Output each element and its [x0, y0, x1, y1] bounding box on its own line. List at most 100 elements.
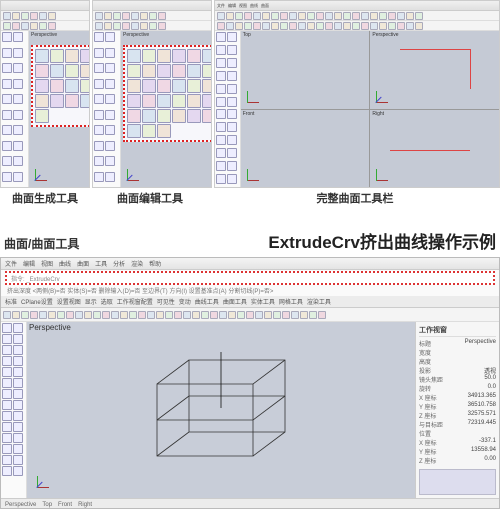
main-toolbar[interactable] [1, 308, 499, 322]
tool-icon[interactable] [105, 32, 115, 42]
tool-icon[interactable] [216, 135, 226, 145]
tool-icon[interactable] [379, 12, 387, 20]
tool-icon[interactable] [235, 22, 243, 30]
tool-icon[interactable] [105, 63, 115, 73]
tool-icon[interactable] [2, 466, 12, 476]
tool-icon[interactable] [65, 94, 79, 108]
tool-icon[interactable] [2, 156, 12, 166]
tool-icon[interactable] [140, 12, 148, 20]
tool-icon[interactable] [388, 22, 396, 30]
tool-icon[interactable] [255, 311, 263, 319]
tool-icon[interactable] [227, 161, 237, 171]
tool-icon[interactable] [262, 12, 270, 20]
tool-icon[interactable] [187, 94, 201, 108]
tool-icon[interactable] [50, 64, 64, 78]
tool-icon[interactable] [361, 12, 369, 20]
tool-icon[interactable] [316, 22, 324, 30]
tool-icon[interactable] [66, 311, 74, 319]
tab[interactable]: 渲染工具 [307, 297, 331, 306]
tool-icon[interactable] [228, 311, 236, 319]
tool-icon[interactable] [187, 109, 201, 123]
tool-icon[interactable] [127, 49, 141, 63]
tool-icon[interactable] [216, 84, 226, 94]
tool-icon[interactable] [105, 110, 115, 120]
tool-icon[interactable] [13, 389, 23, 399]
tool-icon[interactable] [172, 49, 186, 63]
tool-icon[interactable] [13, 156, 23, 166]
tab[interactable]: 可见性 [157, 297, 175, 306]
tool-icon[interactable] [397, 12, 405, 20]
tool-icon[interactable] [94, 79, 104, 89]
top-toolbar[interactable] [93, 11, 211, 21]
tool-icon[interactable] [120, 311, 128, 319]
tool-icon[interactable] [140, 22, 148, 30]
tool-icon[interactable] [379, 22, 387, 30]
tool-icon[interactable] [65, 64, 79, 78]
tool-icon[interactable] [2, 422, 12, 432]
tool-icon[interactable] [94, 94, 104, 104]
tool-icon[interactable] [105, 125, 115, 135]
status-viewport[interactable]: Right [78, 502, 92, 508]
tool-icon[interactable] [370, 22, 378, 30]
tool-icon[interactable] [235, 12, 243, 20]
tool-icon[interactable] [216, 58, 226, 68]
tool-icon[interactable] [48, 12, 56, 20]
tool-icon[interactable] [307, 12, 315, 20]
tool-icon[interactable] [2, 79, 12, 89]
top-toolbar[interactable] [215, 11, 499, 21]
tool-icon[interactable] [35, 49, 49, 63]
menu-item[interactable]: 文件 [217, 3, 225, 9]
tool-icon[interactable] [325, 22, 333, 30]
tool-icon[interactable] [388, 12, 396, 20]
menu-item[interactable]: 文件 [5, 259, 17, 268]
status-viewport[interactable]: Perspective [5, 502, 36, 508]
tool-icon[interactable] [216, 161, 226, 171]
top-toolbar-2[interactable] [93, 21, 211, 31]
tool-icon[interactable] [271, 12, 279, 20]
tool-icon[interactable] [187, 49, 201, 63]
tool-icon[interactable] [13, 378, 23, 388]
tool-icon[interactable] [291, 311, 299, 319]
menubar[interactable] [93, 1, 211, 11]
tool-icon[interactable] [35, 109, 49, 123]
tool-icon[interactable] [113, 22, 121, 30]
tool-icon[interactable] [158, 12, 166, 20]
tool-icon[interactable] [131, 22, 139, 30]
tool-icon[interactable] [48, 22, 56, 30]
tool-icon[interactable] [334, 22, 342, 30]
tool-icon[interactable] [94, 141, 104, 151]
tool-icon[interactable] [142, 64, 156, 78]
tab[interactable]: 网格工具 [279, 297, 303, 306]
tool-icon[interactable] [273, 311, 281, 319]
side-toolbar[interactable] [215, 31, 241, 187]
top-toolbar-2[interactable] [1, 21, 89, 31]
tool-icon[interactable] [157, 49, 171, 63]
tool-icon[interactable] [3, 22, 11, 30]
tool-icon[interactable] [2, 48, 12, 58]
tool-icon[interactable] [2, 367, 12, 377]
tool-icon[interactable] [2, 63, 12, 73]
tab[interactable]: 工作视窗配置 [117, 297, 153, 306]
menu-item[interactable]: 工具 [95, 259, 107, 268]
tool-icon[interactable] [149, 12, 157, 20]
tool-icon[interactable] [298, 12, 306, 20]
tool-icon[interactable] [104, 22, 112, 30]
tab[interactable]: 曲面工具 [223, 297, 247, 306]
tool-icon[interactable] [80, 64, 90, 78]
tool-icon[interactable] [138, 311, 146, 319]
tool-icon[interactable] [93, 311, 101, 319]
tool-icon[interactable] [3, 12, 11, 20]
tool-icon[interactable] [352, 12, 360, 20]
tool-icon[interactable] [13, 455, 23, 465]
tool-icon[interactable] [300, 311, 308, 319]
tool-icon[interactable] [343, 12, 351, 20]
side-toolbar[interactable] [1, 31, 29, 187]
tool-icon[interactable] [50, 94, 64, 108]
tool-icon[interactable] [370, 12, 378, 20]
tab[interactable]: 变动 [179, 297, 191, 306]
menu-item[interactable]: 帮助 [149, 259, 161, 268]
tool-icon[interactable] [244, 22, 252, 30]
menubar[interactable]: 文件 编辑 视图 曲线 曲面 工具 分析 渲染 帮助 [1, 258, 499, 270]
tool-icon[interactable] [13, 345, 23, 355]
menu-item[interactable]: 渲染 [131, 259, 143, 268]
